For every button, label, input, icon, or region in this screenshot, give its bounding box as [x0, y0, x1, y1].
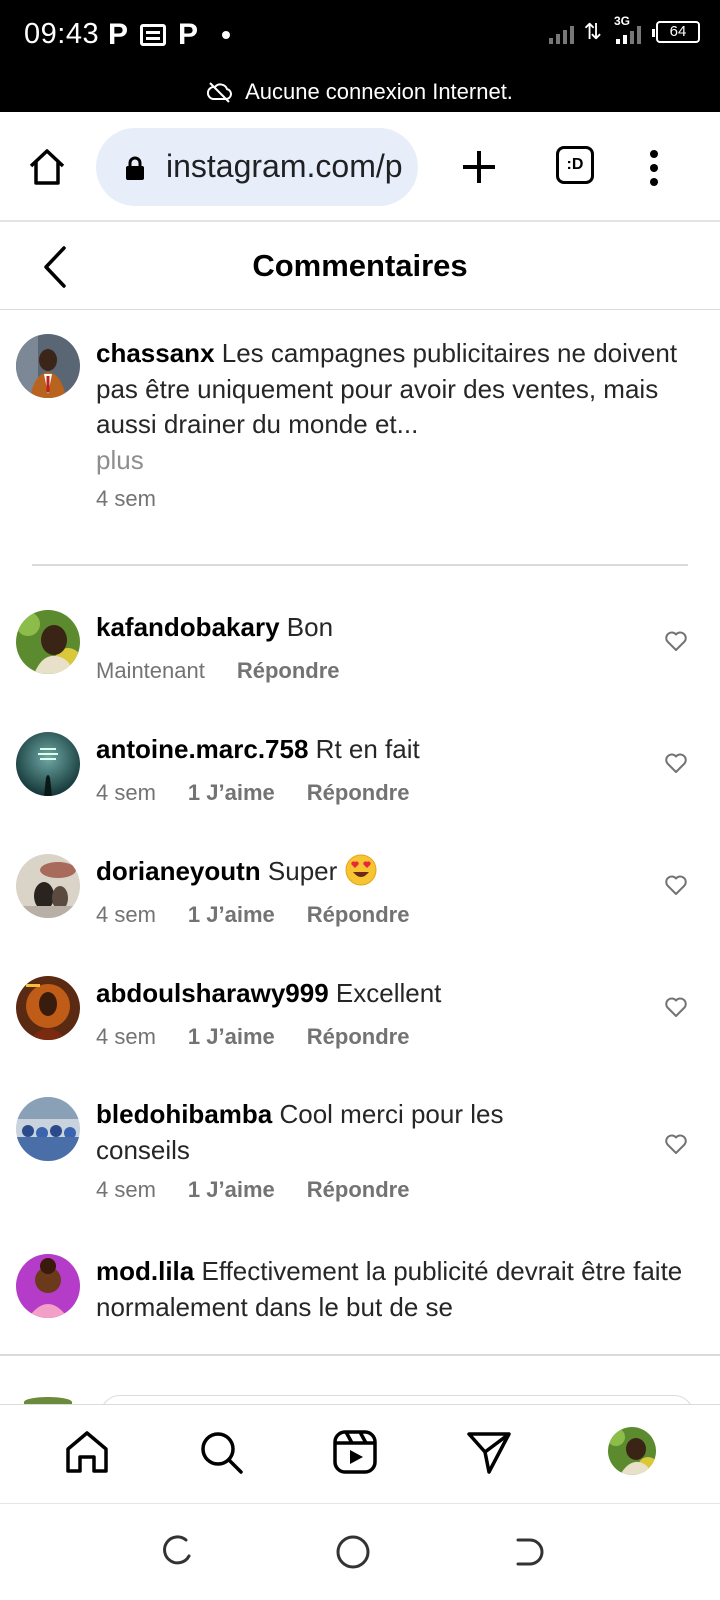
- comment-item: mod.lila Effectivement la publicité devr…: [0, 1254, 720, 1354]
- battery-icon: 64: [652, 21, 700, 43]
- paper-plane-icon[interactable]: [464, 1427, 514, 1477]
- comment-username[interactable]: antoine.marc.758: [96, 734, 308, 764]
- comment-timestamp: 4 sem: [96, 902, 156, 927]
- avatar[interactable]: [16, 1254, 80, 1318]
- composer-divider: [0, 1354, 720, 1356]
- likes-count[interactable]: 1 J’aime: [188, 780, 275, 806]
- offline-message: Aucune connexion Internet.: [245, 79, 513, 104]
- reply-button[interactable]: Répondre: [307, 1024, 410, 1050]
- home-icon[interactable]: [62, 1427, 112, 1477]
- comment-item: abdoulsharawy999 Excellent 4 sem 1 J’aim…: [0, 976, 720, 1056]
- comment-text: antoine.marc.758 Rt en fait: [96, 732, 636, 768]
- recent-apps-icon[interactable]: [156, 1532, 196, 1572]
- more-notifications-icon: [222, 31, 231, 39]
- status-time: 09:43: [24, 18, 100, 50]
- comment-meta: 4 sem 1 J’aime Répondre: [96, 1177, 409, 1203]
- comment-item: bledohibamba Cool merci pour les conseil…: [0, 1097, 720, 1213]
- notification-icons: P P: [108, 18, 231, 51]
- comment-body: Bon: [286, 612, 334, 642]
- comment-text: mod.lila Effectivement la publicité devr…: [96, 1254, 696, 1325]
- avatar[interactable]: [16, 976, 80, 1040]
- heart-icon[interactable]: [664, 752, 688, 774]
- home-button-icon[interactable]: [333, 1532, 373, 1572]
- avatar[interactable]: [16, 610, 80, 674]
- likes-count[interactable]: 1 J’aime: [188, 1024, 275, 1050]
- page-title: Commentaires: [252, 248, 468, 283]
- reply-button[interactable]: Répondre: [307, 1177, 410, 1203]
- avatar[interactable]: [16, 732, 80, 796]
- avatar[interactable]: [16, 334, 80, 398]
- comment-username[interactable]: bledohibamba: [96, 1099, 272, 1129]
- comment-meta: 4 sem 1 J’aime Répondre: [96, 1024, 409, 1050]
- cloud-off-icon: [207, 82, 233, 103]
- comment-item: antoine.marc.758 Rt en fait 4 sem 1 J’ai…: [0, 732, 720, 812]
- signal-icon: [548, 20, 574, 44]
- comment-timestamp: 4 sem: [96, 1024, 156, 1049]
- comment-meta: 4 sem 1 J’aime Répondre: [96, 780, 409, 806]
- avatar[interactable]: [16, 854, 80, 918]
- url-text: instagram.com/p: [166, 148, 402, 184]
- comment-meta: Maintenant Répondre: [96, 658, 340, 684]
- profile-avatar[interactable]: [608, 1427, 656, 1475]
- lock-icon: [126, 156, 144, 180]
- comment-username[interactable]: dorianeyoutn: [96, 856, 261, 886]
- offline-banner: Aucune connexion Internet.: [0, 72, 720, 112]
- comment-body: Excellent: [335, 978, 442, 1008]
- likes-count[interactable]: 1 J’aime: [188, 902, 275, 928]
- heart-icon[interactable]: [664, 874, 688, 896]
- caption-text: chassanx Les campagnes publicitaires ne …: [96, 336, 712, 478]
- comment-username[interactable]: mod.lila: [96, 1256, 194, 1286]
- comment-timestamp: Maintenant: [96, 658, 205, 683]
- caption-username[interactable]: chassanx: [96, 338, 215, 368]
- comment-username[interactable]: kafandobakary: [96, 612, 280, 642]
- reply-button[interactable]: Répondre: [237, 658, 340, 684]
- message-icon: [140, 24, 167, 46]
- comment-item: kafandobakary Bon Maintenant Répondre: [0, 610, 720, 690]
- tab-switcher-button[interactable]: :D: [556, 146, 594, 184]
- status-indicators: ⇅ 3G 64: [548, 14, 700, 46]
- more-options-icon[interactable]: [640, 148, 668, 188]
- comment-text: bledohibamba Cool merci pour les conseil…: [96, 1097, 556, 1168]
- comment-body: Super: [267, 856, 338, 886]
- heart-icon[interactable]: [664, 1133, 688, 1155]
- comment-meta: 4 sem 1 J’aime Répondre: [96, 902, 409, 928]
- comment-timestamp: 4 sem: [96, 1177, 156, 1202]
- caption-timestamp: 4 sem: [96, 486, 156, 511]
- caption-divider: [32, 564, 688, 566]
- reply-button[interactable]: Répondre: [307, 902, 410, 928]
- comment-username[interactable]: abdoulsharawy999: [96, 978, 329, 1008]
- browser-toolbar: instagram.com/p :D: [0, 112, 720, 222]
- new-tab-icon[interactable]: [458, 146, 500, 188]
- p-app-icon: P: [178, 18, 199, 51]
- reply-button[interactable]: Répondre: [307, 780, 410, 806]
- post-caption: chassanx Les campagnes publicitaires ne …: [0, 310, 720, 566]
- browser-home-icon[interactable]: [26, 146, 68, 188]
- address-bar[interactable]: instagram.com/p: [96, 128, 418, 206]
- comment-body: Rt en fait: [315, 734, 420, 764]
- comment-text: kafandobakary Bon: [96, 610, 636, 646]
- data-arrows-icon: ⇅: [583, 19, 602, 44]
- system-navigation-bar: [0, 1504, 720, 1600]
- network-type-icon: 3G: [612, 14, 646, 46]
- status-bar: 09:43 P P ⇅ 3G 64: [0, 0, 720, 72]
- avatar[interactable]: [16, 1097, 80, 1161]
- heart-icon[interactable]: [664, 630, 688, 652]
- comment-text: dorianeyoutn Super: [96, 854, 636, 890]
- back-button-icon[interactable]: [510, 1532, 550, 1572]
- p-app-icon: P: [108, 18, 129, 51]
- comment-timestamp: 4 sem: [96, 780, 156, 805]
- comments-header: Commentaires: [0, 224, 720, 310]
- more-link[interactable]: plus: [96, 445, 144, 475]
- reels-icon[interactable]: [330, 1427, 380, 1477]
- search-icon[interactable]: [196, 1427, 246, 1477]
- heart-icon[interactable]: [664, 996, 688, 1018]
- likes-count[interactable]: 1 J’aime: [188, 1177, 275, 1203]
- bottom-navigation: [0, 1404, 720, 1504]
- comment-text: abdoulsharawy999 Excellent: [96, 976, 636, 1012]
- heart-eyes-emoji-icon: [345, 854, 377, 886]
- comment-item: dorianeyoutn Super 4 sem 1 J’aime Répond…: [0, 854, 720, 934]
